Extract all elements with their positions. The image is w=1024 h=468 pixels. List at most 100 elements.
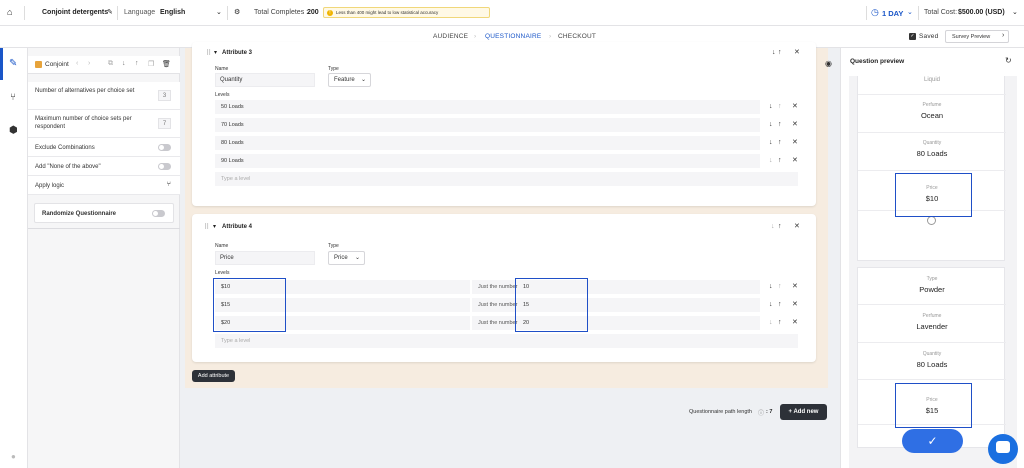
tab-checkout[interactable]: CHECKOUT [558,33,596,40]
move-down-icon[interactable]: ↓ [122,60,126,67]
none-option-toggle[interactable] [158,163,171,170]
copy-icon[interactable]: ⧉ [108,60,113,68]
move-up-icon[interactable]: ↑ [778,301,782,308]
language-select[interactable]: English [160,9,185,16]
number-label: Just the number [478,284,518,290]
edit-pencil-icon[interactable]: ✎ [9,58,17,69]
alternatives-input[interactable]: 3 [158,90,171,101]
refresh-icon[interactable]: ↻ [1005,56,1012,65]
move-down-icon[interactable]: ↓ [769,283,773,290]
type-label: Type [328,66,339,72]
attribute-title: Attribute 3 [222,50,252,56]
total-completes-value[interactable]: 200 [307,9,319,16]
collapse-caret-icon[interactable]: ▾ [214,49,217,56]
attribute-type-select[interactable]: Feature ⌄ [328,73,371,87]
move-down-icon[interactable]: ↓ [769,103,773,110]
attribute-value: 80 Loads [916,149,948,158]
move-down-icon[interactable]: ↓ [769,301,773,308]
apply-logic-row[interactable]: Apply logic ⑂ [28,176,180,195]
attribute-card: ⠿ ▾ Attribute 4 ↓ ↑ ✕ Name Price Type Pr… [192,214,816,362]
submit-check-button[interactable]: ✓ [902,429,963,453]
total-cost-label: Total Cost: [924,9,958,16]
max-sets-input[interactable]: 7 [158,118,171,129]
tab-audience[interactable]: AUDIENCE [433,33,468,40]
level-input[interactable]: 80 Loads [215,136,760,150]
panel-divider [28,228,180,229]
chat-support-button[interactable] [988,434,1018,464]
chat-bubble-icon [996,441,1010,453]
move-down-icon[interactable]: ↓ [769,319,773,326]
drag-handle-icon[interactable]: ⠿ [206,49,211,57]
chevron-down-icon[interactable]: ⌄ [907,8,913,16]
survey-preview-button[interactable]: Survey Preview › [945,30,1009,43]
name-label: Name [215,66,229,72]
move-up-icon[interactable]: ↑ [778,319,782,326]
chevron-left-icon[interactable]: ‹ [76,60,78,67]
collapse-caret-icon[interactable]: ▾ [213,223,216,230]
level-input[interactable]: 70 Loads [215,118,760,132]
tab-questionnaire[interactable]: QUESTIONNAIRE [485,33,541,40]
chevron-down-icon[interactable]: ⌄ [216,8,222,16]
home-icon[interactable]: ⌂ [7,7,12,17]
move-up-icon[interactable]: ↑ [778,157,782,164]
drag-handle-icon[interactable]: ⠿ [204,223,209,231]
info-icon[interactable]: ⓘ [758,408,764,417]
new-level-input[interactable]: Type a level [215,172,798,186]
attribute-name-input[interactable]: Quantity [215,73,315,87]
randomize-toggle[interactable] [152,210,165,217]
total-completes-label: Total Completes : [254,9,309,16]
choice-card[interactable]: Liquid Perfume Ocean Quantity 80 Loads P… [857,76,1006,261]
add-new-button[interactable]: + Add new [780,404,827,420]
chevron-down-icon[interactable]: ⌄ [1012,8,1018,16]
palette-icon[interactable]: ⬢ [9,125,18,136]
choice-radio[interactable] [927,216,936,225]
close-icon[interactable]: ✕ [794,222,800,230]
move-down-icon[interactable]: ↓ [769,139,773,146]
attribute-type-select[interactable]: Price ⌄ [328,251,365,265]
attribute-key: Quantity [922,351,942,357]
lightbulb-icon[interactable]: ● [11,452,16,461]
attribute-value: Liquid [923,77,940,83]
close-icon[interactable]: ✕ [792,156,798,164]
settings-icon[interactable]: ⚙ [234,8,240,16]
warning-badge: ! Less than 400 might lead to low statis… [323,7,490,18]
path-length-value: : 7 [766,409,773,415]
duplicate-icon[interactable]: ❐ [148,60,154,68]
survey-name[interactable]: Conjoint detergents [42,9,108,16]
trash-icon[interactable]: 🗑 [162,60,171,68]
chevron-right-icon[interactable]: › [88,60,90,67]
move-up-icon[interactable]: ↑ [778,139,782,146]
choice-card[interactable]: Type Powder Perfume Lavender Quantity 80… [857,267,1006,448]
move-down-icon[interactable]: ↓ [772,49,776,56]
logic-flow-icon[interactable]: ⑂ [10,92,16,103]
attribute-name-input[interactable]: Price [215,251,315,265]
move-up-icon[interactable]: ↑ [778,121,782,128]
new-level-input[interactable]: Type a level [215,334,798,348]
move-down-icon[interactable]: ↓ [769,121,773,128]
move-down-icon[interactable]: ↓ [771,223,775,230]
none-option-label: Add "None of the above" [35,164,101,170]
exclude-combinations-toggle[interactable] [158,144,171,151]
close-icon[interactable]: ✕ [794,48,800,56]
edit-name-icon[interactable]: ✎ [107,8,113,16]
saved-status: Saved [919,33,939,40]
duration-select[interactable]: 1 DAY [882,9,903,18]
move-up-icon[interactable]: ↑ [778,49,782,56]
close-icon[interactable]: ✕ [792,120,798,128]
move-up-icon[interactable]: ↑ [778,223,782,230]
add-attribute-button[interactable]: Add attribute [192,370,235,382]
move-down-icon[interactable]: ↓ [769,157,773,164]
close-icon[interactable]: ✕ [792,300,798,308]
level-input[interactable]: 50 Loads [215,100,760,114]
close-icon[interactable]: ✕ [792,318,798,326]
close-icon[interactable]: ✕ [792,102,798,110]
move-up-icon[interactable]: ↑ [135,60,139,67]
close-icon[interactable]: ✕ [792,138,798,146]
close-icon[interactable]: ✕ [792,282,798,290]
level-input[interactable]: 90 Loads [215,154,760,168]
attribute-value: 80 Loads [916,360,948,369]
move-up-icon[interactable]: ↑ [778,283,782,290]
move-up-icon[interactable]: ↑ [778,103,782,110]
eye-icon[interactable]: ◉ [825,59,832,68]
attribute-key: Type [926,276,938,282]
